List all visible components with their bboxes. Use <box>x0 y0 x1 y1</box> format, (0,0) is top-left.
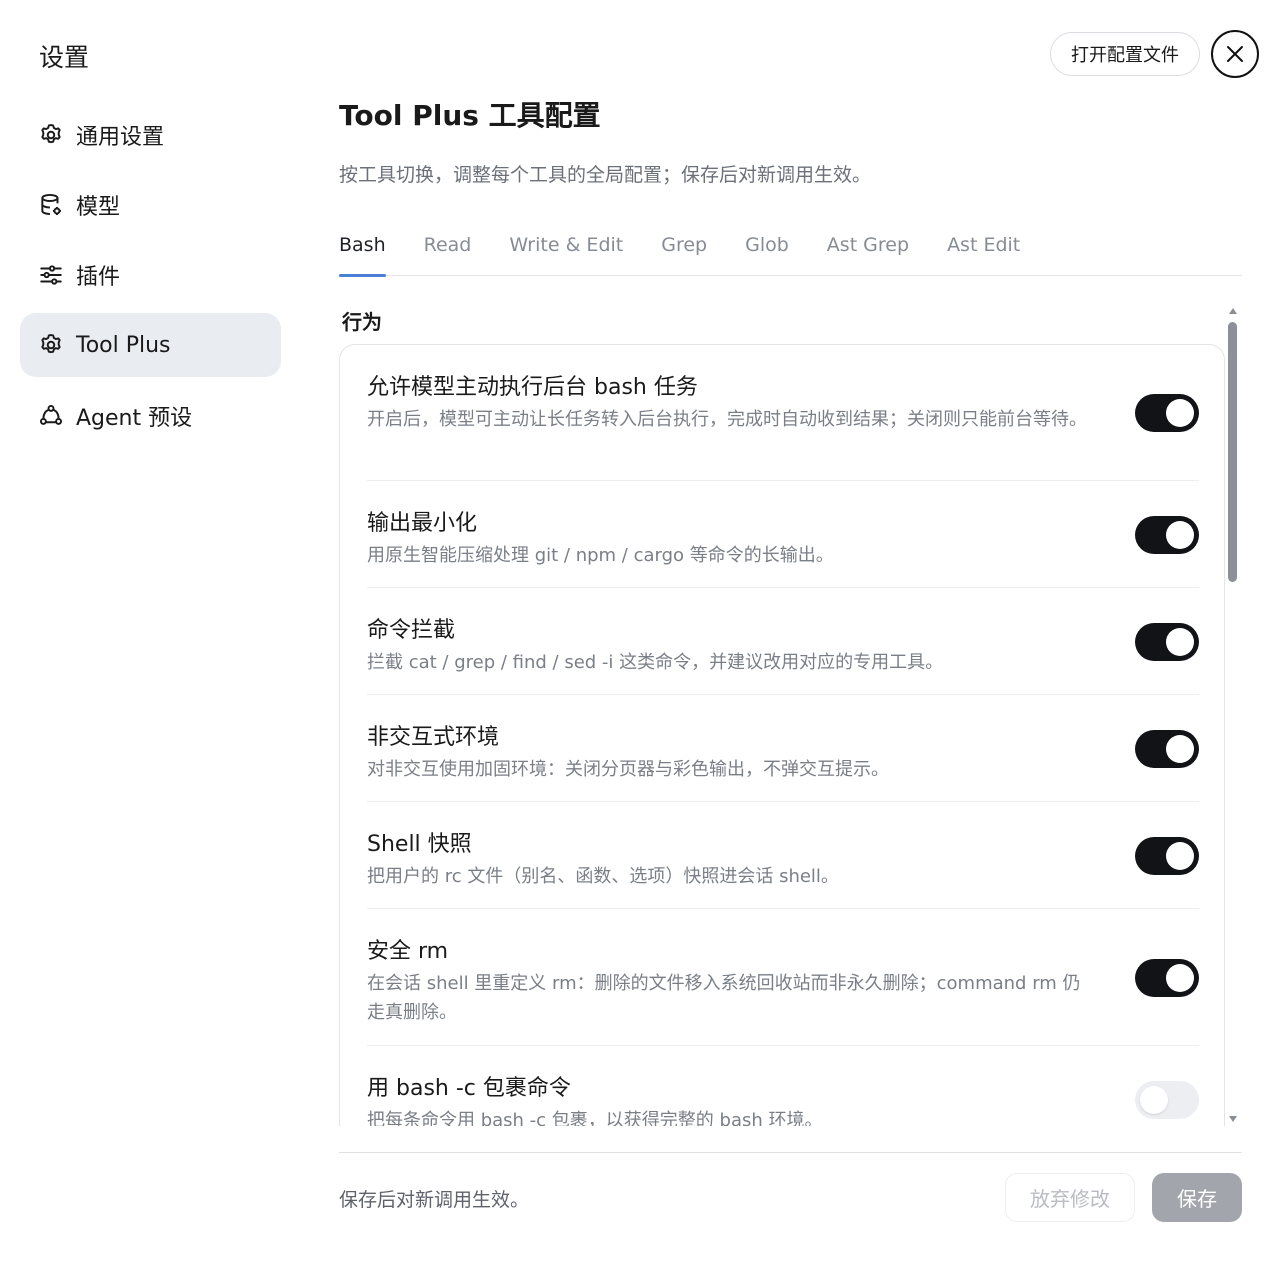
setting-title: 命令拦截 <box>367 618 456 643</box>
footer-divider <box>339 1152 1242 1153</box>
sidebar-item-tool-plus[interactable]: Tool Plus <box>20 313 281 377</box>
open-config-button[interactable]: 打开配置文件 <box>1050 32 1200 76</box>
setting-description: 对非交互使用加固环境：关闭分页器与彩色输出，不弹交互提示。 <box>367 759 889 780</box>
sidebar-item-general[interactable]: 通用设置 <box>20 103 281 167</box>
scroll-up-arrow-icon[interactable] <box>1229 308 1237 314</box>
setting-description: 开启后，模型可主动让长任务转入后台执行，完成时自动收到结果；关闭则只能前台等待。 <box>367 409 1087 430</box>
setting-description: 用原生智能压缩处理 git / npm / cargo 等命令的长输出。 <box>367 545 834 566</box>
toggle-knob <box>1166 521 1194 549</box>
toggle-knob <box>1166 628 1194 656</box>
database-icon <box>38 192 64 218</box>
toggle-non-interactive[interactable] <box>1135 730 1199 768</box>
scrollbar[interactable] <box>1226 306 1240 1124</box>
tab-glob[interactable]: Glob <box>745 224 789 276</box>
gear-icon <box>38 122 64 148</box>
agent-nodes-icon <box>38 403 64 429</box>
toggle-command-intercept[interactable] <box>1135 623 1199 661</box>
toggle-output-minimize[interactable] <box>1135 516 1199 554</box>
sliders-icon <box>38 262 64 288</box>
discard-changes-button[interactable]: 放弃修改 <box>1005 1173 1135 1222</box>
sidebar-item-models[interactable]: 模型 <box>20 173 281 237</box>
sidebar-item-label: Agent 预设 <box>76 406 193 431</box>
setting-row-background-bash: 允许模型主动执行后台 bash 任务 开启后，模型可主动让长任务转入后台执行，完… <box>367 345 1199 481</box>
sidebar-item-plugins[interactable]: 插件 <box>20 243 281 307</box>
sidebar-item-label: 模型 <box>76 195 121 220</box>
setting-row-output-minimize: 输出最小化 用原生智能压缩处理 git / npm / cargo 等命令的长输… <box>367 481 1199 588</box>
scroll-down-arrow-icon[interactable] <box>1229 1116 1237 1122</box>
setting-row-bash-wrap: 用 bash -c 包裹命令 把每条命令用 bash -c 包裹，以获得完整的 … <box>367 1046 1199 1126</box>
setting-row-shell-snapshot: Shell 快照 把用户的 rc 文件（别名、函数、选项）快照进会话 shell… <box>367 802 1199 909</box>
toggle-knob <box>1166 842 1194 870</box>
settings-card: 允许模型主动执行后台 bash 任务 开启后，模型可主动让长任务转入后台执行，完… <box>339 344 1225 1126</box>
sidebar-item-label: 插件 <box>76 265 121 290</box>
settings-dialog: 设置 通用设置 模型 插件 Tool Plus Agent 预设 打开配置文件 … <box>0 0 1280 1280</box>
setting-title: 允许模型主动执行后台 bash 任务 <box>367 375 698 400</box>
tab-write-edit[interactable]: Write & Edit <box>509 224 623 276</box>
close-icon <box>1223 42 1247 66</box>
toggle-knob <box>1166 964 1194 992</box>
toggle-shell-snapshot[interactable] <box>1135 837 1199 875</box>
close-button[interactable] <box>1211 30 1259 78</box>
tool-tabs: Bash Read Write & Edit Grep Glob Ast Gre… <box>339 224 1242 277</box>
setting-description: 把用户的 rc 文件（别名、函数、选项）快照进会话 shell。 <box>367 866 839 887</box>
toggle-background-bash[interactable] <box>1135 394 1199 432</box>
section-label-behavior: 行为 <box>342 310 382 334</box>
toggle-knob <box>1166 399 1194 427</box>
setting-title: 输出最小化 <box>367 511 478 536</box>
setting-title: Shell 快照 <box>367 832 472 857</box>
toggle-bash-wrap[interactable] <box>1135 1081 1199 1119</box>
sidebar-item-label: Tool Plus <box>76 332 171 358</box>
sidebar-item-label: 通用设置 <box>76 125 165 150</box>
setting-description: 在会话 shell 里重定义 rm：删除的文件移入系统回收站而非永久删除；com… <box>367 973 1081 1023</box>
save-button[interactable]: 保存 <box>1152 1173 1242 1222</box>
gear-icon <box>38 332 64 358</box>
toggle-knob <box>1166 735 1194 763</box>
setting-description: 把每条命令用 bash -c 包裹，以获得完整的 bash 环境。 <box>367 1110 823 1126</box>
setting-row-non-interactive: 非交互式环境 对非交互使用加固环境：关闭分页器与彩色输出，不弹交互提示。 <box>367 695 1199 802</box>
setting-description: 拦截 cat / grep / find / sed -i 这类命令，并建议改用… <box>367 652 944 673</box>
sidebar: 设置 通用设置 模型 插件 Tool Plus Agent 预设 <box>0 0 300 1280</box>
settings-scroll-area[interactable]: 允许模型主动执行后台 bash 任务 开启后，模型可主动让长任务转入后台执行，完… <box>339 344 1226 1126</box>
scrollbar-thumb[interactable] <box>1228 322 1237 582</box>
tab-bash[interactable]: Bash <box>339 224 386 277</box>
sidebar-item-agent-presets[interactable]: Agent 预设 <box>20 384 281 448</box>
page-title: Tool Plus 工具配置 <box>339 99 601 132</box>
tab-ast-edit[interactable]: Ast Edit <box>947 224 1020 276</box>
tab-grep[interactable]: Grep <box>661 224 707 276</box>
footer-note: 保存后对新调用生效。 <box>339 1189 530 1211</box>
setting-title: 非交互式环境 <box>367 725 500 750</box>
toggle-knob <box>1140 1086 1168 1114</box>
setting-row-safe-rm: 安全 rm 在会话 shell 里重定义 rm：删除的文件移入系统回收站而非永久… <box>367 909 1199 1046</box>
setting-title: 用 bash -c 包裹命令 <box>367 1076 571 1101</box>
toggle-safe-rm[interactable] <box>1135 959 1199 997</box>
page-subtitle: 按工具切换，调整每个工具的全局配置；保存后对新调用生效。 <box>339 164 872 186</box>
setting-row-command-intercept: 命令拦截 拦截 cat / grep / find / sed -i 这类命令，… <box>367 588 1199 695</box>
setting-title: 安全 rm <box>367 939 449 964</box>
sidebar-title: 设置 <box>39 43 90 72</box>
tab-read[interactable]: Read <box>424 224 472 276</box>
tab-ast-grep[interactable]: Ast Grep <box>827 224 909 276</box>
